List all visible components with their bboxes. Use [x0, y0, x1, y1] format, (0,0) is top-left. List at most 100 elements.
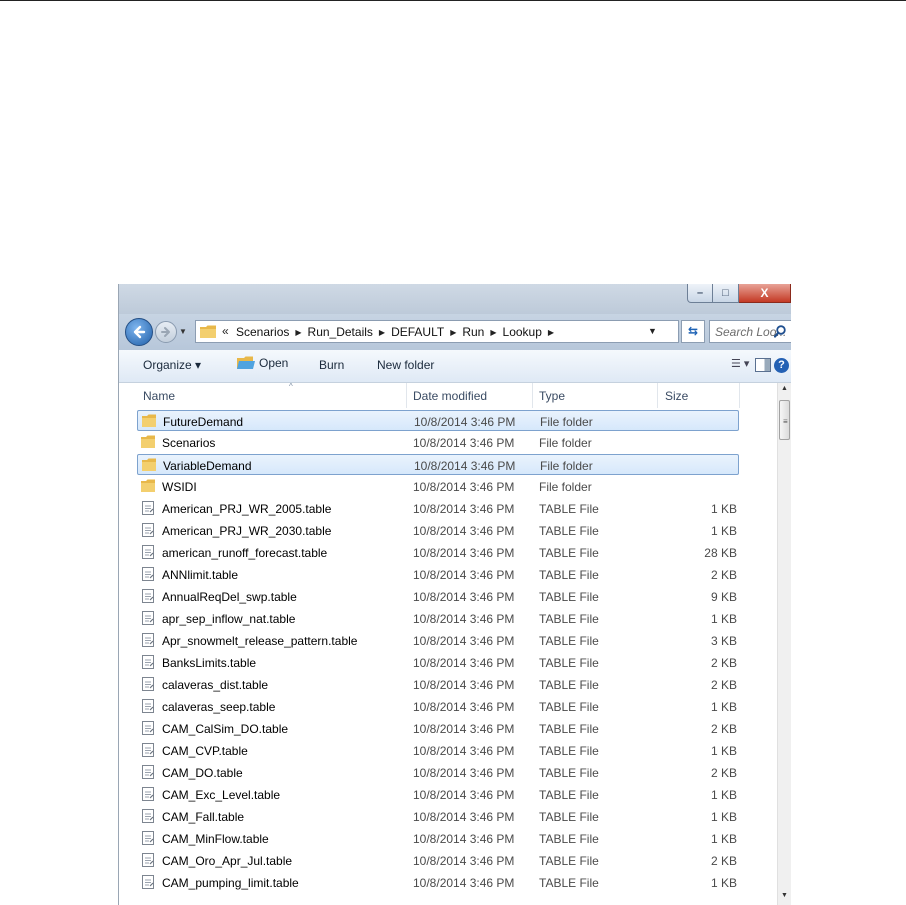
- file-name: CAM_CVP.table: [162, 744, 248, 758]
- navigation-bar: ▼ « Scenarios ▶ Run_Details ▶ DEFAULT ▶ Run ▶ Lo…: [119, 314, 791, 350]
- column-divider[interactable]: [739, 383, 740, 408]
- breadcrumb-separator-icon[interactable]: ▶: [379, 328, 385, 337]
- column-divider[interactable]: [657, 383, 658, 408]
- file-type: TABLE File: [539, 832, 599, 846]
- file-date-modified: 10/8/2014 3:46 PM: [413, 810, 515, 824]
- file-row[interactable]: WSIDI 10/8/2014 3:46 PM File folder: [137, 476, 739, 497]
- breadcrumb-item-default[interactable]: DEFAULT: [391, 325, 444, 339]
- open-button[interactable]: Open: [237, 356, 288, 370]
- file-type: TABLE File: [539, 788, 599, 802]
- refresh-button[interactable]: ⇆: [681, 320, 705, 343]
- file-row[interactable]: calaveras_seep.table 10/8/2014 3:46 PM TAB…: [137, 696, 739, 717]
- file-row[interactable]: American_PRJ_WR_2005.table 10/8/2014 3:46…: [137, 498, 739, 519]
- breadcrumb-item-lookup[interactable]: Lookup: [503, 325, 542, 339]
- file-date-modified: 10/8/2014 3:46 PM: [413, 744, 515, 758]
- file-type: TABLE File: [539, 524, 599, 538]
- address-dropdown-icon[interactable]: ▼: [648, 326, 657, 336]
- file-row[interactable]: apr_sep_inflow_nat.table 10/8/2014 3:46 P…: [137, 608, 739, 629]
- file-date-modified: 10/8/2014 3:46 PM: [413, 788, 515, 802]
- column-divider[interactable]: [532, 383, 533, 408]
- file-name: CAM_Fall.table: [162, 810, 245, 824]
- file-row[interactable]: CAM_CalSim_DO.table 10/8/2014 3:46 PM TABL…: [137, 718, 739, 739]
- file-row[interactable]: AnnualReqDel_swp.table 10/8/2014 3:46 PM T…: [137, 586, 739, 607]
- file-row[interactable]: ANNlimit.table 10/8/2014 3:46 PM TABLE Fil…: [137, 564, 739, 585]
- file-row[interactable]: CAM_MinFlow.table 10/8/2014 3:46 PM TABLE …: [137, 828, 739, 849]
- breadcrumb-separator-icon[interactable]: ▶: [295, 328, 301, 337]
- file-size: 1 KB: [710, 832, 737, 846]
- vertical-scrollbar[interactable]: ▲ ≡ ▼: [777, 383, 791, 905]
- forward-button[interactable]: [155, 321, 177, 343]
- file-row[interactable]: CAM_Exc_Level.table 10/8/2014 3:46 PM TABL…: [137, 784, 739, 805]
- sort-ascending-icon: ^: [289, 382, 293, 391]
- column-header-type[interactable]: Type: [539, 389, 565, 403]
- page-top-rule: [0, 0, 906, 1]
- breadcrumb-item-run-details[interactable]: Run_Details: [308, 325, 373, 339]
- table-file-icon: [142, 875, 154, 889]
- file-name: American_PRJ_WR_2030.table: [162, 524, 332, 538]
- file-row[interactable]: American_PRJ_WR_2030.table 10/8/2014 3:46…: [137, 520, 739, 541]
- search-icon[interactable]: [774, 325, 786, 338]
- column-header-size[interactable]: Size: [665, 389, 688, 403]
- column-header-name[interactable]: Name: [143, 389, 175, 403]
- file-type: TABLE File: [539, 634, 599, 648]
- refresh-icon: ⇆: [687, 324, 699, 338]
- file-row[interactable]: CAM_CVP.table 10/8/2014 3:46 PM TABLE File…: [137, 740, 739, 761]
- open-label: Open: [259, 356, 289, 370]
- file-name: CAM_Oro_Apr_Jul.table: [162, 854, 293, 868]
- file-size: 2 KB: [710, 568, 737, 582]
- table-file-icon: [142, 677, 154, 691]
- file-type: File folder: [539, 480, 592, 494]
- burn-button[interactable]: Burn: [319, 358, 344, 372]
- scroll-thumb[interactable]: ≡: [779, 400, 790, 440]
- file-row[interactable]: CAM_Fall.table 10/8/2014 3:46 PM TABLE Fil…: [137, 806, 739, 827]
- file-row[interactable]: CAM_pumping_limit.table 10/8/2014 3:46 PM…: [137, 872, 739, 893]
- breadcrumb-separator-icon[interactable]: ▶: [548, 328, 554, 337]
- maximize-button[interactable]: □: [713, 284, 739, 303]
- recent-pages-dropdown-icon[interactable]: ▼: [179, 327, 187, 336]
- minimize-icon: –: [696, 287, 704, 299]
- file-row[interactable]: Apr_snowmelt_release_pattern.table 10/8/2…: [137, 630, 739, 651]
- file-name: WSIDI: [162, 480, 197, 494]
- scroll-up-icon[interactable]: ▲: [778, 385, 791, 392]
- column-divider[interactable]: [406, 383, 407, 408]
- file-type: TABLE File: [539, 678, 599, 692]
- preview-pane-icon[interactable]: [755, 358, 771, 372]
- folder-icon: [142, 414, 156, 427]
- file-size: 2 KB: [710, 656, 737, 670]
- table-file-icon: [142, 655, 154, 669]
- close-button[interactable]: X: [739, 284, 791, 303]
- column-header-date-modified[interactable]: Date modified: [413, 389, 487, 403]
- file-size: 1 KB: [710, 524, 737, 538]
- organize-menu[interactable]: Organize ▾: [143, 358, 201, 372]
- file-row[interactable]: Scenarios 10/8/2014 3:46 PM File folder: [137, 432, 739, 453]
- change-view-button[interactable]: ☰ ▾: [731, 357, 749, 370]
- file-row[interactable]: FutureDemand 10/8/2014 3:46 PM File folder: [137, 410, 739, 431]
- breadcrumb-separator-icon[interactable]: ▶: [450, 328, 456, 337]
- file-row[interactable]: calaveras_dist.table 10/8/2014 3:46 PM TAB…: [137, 674, 739, 695]
- file-date-modified: 10/8/2014 3:46 PM: [414, 415, 516, 429]
- title-bar[interactable]: – □ X: [119, 284, 791, 314]
- breadcrumb-separator-icon[interactable]: ▶: [490, 328, 496, 337]
- table-file-icon: [142, 787, 154, 801]
- breadcrumb-item-scenarios[interactable]: Scenarios: [236, 325, 289, 339]
- search-input[interactable]: Search Loo...: [709, 320, 791, 343]
- file-size: 1 KB: [710, 810, 737, 824]
- file-type: TABLE File: [539, 502, 599, 516]
- file-row[interactable]: CAM_Oro_Apr_Jul.table 10/8/2014 3:46 PM TA…: [137, 850, 739, 871]
- file-type: TABLE File: [539, 590, 599, 604]
- address-bar[interactable]: « Scenarios ▶ Run_Details ▶ DEFAULT ▶ Run ▶ Look…: [195, 320, 679, 343]
- back-button[interactable]: [125, 318, 153, 346]
- file-row[interactable]: american_runoff_forecast.table 10/8/2014 …: [137, 542, 739, 563]
- scroll-down-icon[interactable]: ▼: [778, 892, 791, 899]
- help-icon[interactable]: ?: [774, 358, 789, 373]
- minimize-button[interactable]: –: [687, 284, 713, 303]
- new-folder-button[interactable]: New folder: [377, 358, 434, 372]
- file-row[interactable]: BanksLimits.table 10/8/2014 3:46 PM TABLE …: [137, 652, 739, 673]
- file-row[interactable]: VariableDemand 10/8/2014 3:46 PM File fold…: [137, 454, 739, 475]
- breadcrumb-item-run[interactable]: Run: [462, 325, 484, 339]
- table-file-icon: [142, 809, 154, 823]
- overflow-chevron-icon[interactable]: «: [222, 324, 229, 338]
- file-row[interactable]: CAM_DO.table 10/8/2014 3:46 PM TABLE File 2…: [137, 762, 739, 783]
- folder-icon: [141, 435, 155, 448]
- file-name: CAM_DO.table: [162, 766, 243, 780]
